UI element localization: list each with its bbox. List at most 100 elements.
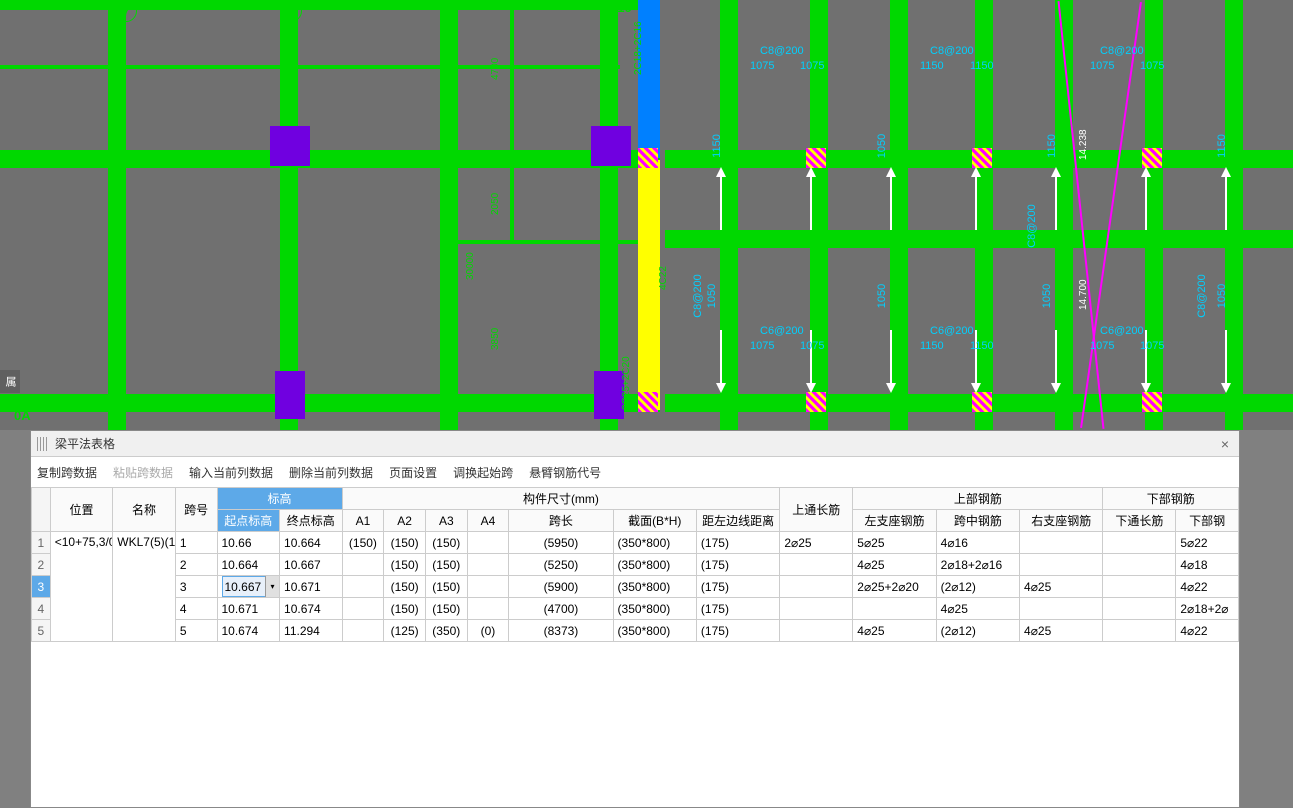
a1-cell[interactable]: [342, 620, 384, 642]
start-elev-cell[interactable]: 10.66: [217, 532, 280, 554]
copy-span-button[interactable]: 复制跨数据: [37, 464, 97, 481]
a1-cell[interactable]: [342, 576, 384, 598]
swap-start-button[interactable]: 调换起始跨: [453, 464, 513, 481]
row-number[interactable]: 3: [32, 576, 51, 598]
section-cell[interactable]: (350*800): [613, 576, 696, 598]
beam[interactable]: [0, 0, 630, 10]
beam[interactable]: [720, 0, 738, 430]
col-a4[interactable]: A4: [467, 510, 509, 532]
left-support-cell[interactable]: 4⌀25: [853, 620, 936, 642]
bot-steel-cell[interactable]: 4⌀22: [1176, 576, 1239, 598]
section-cell[interactable]: (350*800): [613, 598, 696, 620]
left-support-cell[interactable]: 5⌀25: [853, 532, 936, 554]
grip-icon[interactable]: [37, 437, 47, 451]
top-through-cell[interactable]: [780, 576, 853, 598]
section-cell[interactable]: (350*800): [613, 620, 696, 642]
mid-cell[interactable]: 4⌀25: [936, 598, 1019, 620]
end-elev-cell[interactable]: 10.674: [280, 598, 343, 620]
a2-cell[interactable]: (150): [384, 532, 426, 554]
top-through-cell[interactable]: [780, 598, 853, 620]
a1-cell[interactable]: (150): [342, 532, 384, 554]
a2-cell[interactable]: (150): [384, 554, 426, 576]
column[interactable]: [594, 371, 624, 419]
column[interactable]: [270, 126, 310, 166]
a2-cell[interactable]: (150): [384, 576, 426, 598]
section-cell[interactable]: (350*800): [613, 554, 696, 576]
a1-cell[interactable]: [342, 598, 384, 620]
a3-cell[interactable]: (150): [425, 598, 467, 620]
col-a1[interactable]: A1: [342, 510, 384, 532]
beam[interactable]: [1225, 0, 1243, 430]
cantilever-button[interactable]: 悬臂钢筋代号: [529, 464, 601, 481]
bot-steel-cell[interactable]: 4⌀22: [1176, 620, 1239, 642]
beam[interactable]: [0, 65, 620, 69]
right-support-cell[interactable]: [1020, 598, 1103, 620]
span-cell[interactable]: 2: [175, 554, 217, 576]
input-col-button[interactable]: 输入当前列数据: [189, 464, 273, 481]
mid-cell[interactable]: (2⌀12): [936, 576, 1019, 598]
right-support-cell[interactable]: [1020, 532, 1103, 554]
bot-through-cell[interactable]: [1103, 598, 1176, 620]
table-grid[interactable]: 位置 名称 跨号 标高 构件尺寸(mm) 上通长筋 上部钢筋 下部钢筋 起点标高…: [31, 487, 1239, 807]
cad-viewport[interactable]: 7 8 910 11 B B A 0A 2/0/A C8@200 C8@200 …: [0, 0, 1293, 430]
a4-cell[interactable]: [467, 576, 509, 598]
a4-cell[interactable]: [467, 554, 509, 576]
left-support-cell[interactable]: 4⌀25: [853, 554, 936, 576]
beam[interactable]: [0, 394, 660, 412]
beam[interactable]: [440, 0, 458, 430]
right-support-cell[interactable]: 4⌀25: [1020, 576, 1103, 598]
end-elev-cell[interactable]: 11.294: [280, 620, 343, 642]
a1-cell[interactable]: [342, 554, 384, 576]
mid-cell[interactable]: 4⌀16: [936, 532, 1019, 554]
col-mid[interactable]: 跨中钢筋: [936, 510, 1019, 532]
col-elevation[interactable]: 标高: [217, 488, 342, 510]
top-through-cell[interactable]: [780, 620, 853, 642]
table-row[interactable]: 1<10+75,3/0A+50;10+75,D+200>WKL7(5)(10-1…: [32, 532, 1239, 554]
span-len-cell[interactable]: (4700): [509, 598, 613, 620]
end-elev-cell[interactable]: 10.671: [280, 576, 343, 598]
bot-steel-cell[interactable]: 5⌀22: [1176, 532, 1239, 554]
col-a2[interactable]: A2: [384, 510, 426, 532]
col-section[interactable]: 截面(B*H): [613, 510, 696, 532]
table-row[interactable]: 4410.67110.674(150)(150)(4700)(350*800)(…: [32, 598, 1239, 620]
paste-span-button[interactable]: 粘贴跨数据: [113, 464, 173, 481]
top-through-cell[interactable]: 2⌀25: [780, 532, 853, 554]
row-number[interactable]: 4: [32, 598, 51, 620]
edge-cell[interactable]: (175): [696, 598, 779, 620]
beam[interactable]: [890, 0, 908, 430]
column[interactable]: [275, 371, 305, 419]
col-bot-rebar[interactable]: 下部钢筋: [1103, 488, 1239, 510]
close-icon[interactable]: ×: [1217, 436, 1233, 452]
bot-steel-cell[interactable]: 4⌀18: [1176, 554, 1239, 576]
right-support-cell[interactable]: 4⌀25: [1020, 620, 1103, 642]
a4-cell[interactable]: [467, 598, 509, 620]
edge-cell[interactable]: (175): [696, 620, 779, 642]
start-elev-cell[interactable]: 10.664: [217, 554, 280, 576]
name-cell[interactable]: WKL7(5)(10-15交3/0A--1/0A轴): [113, 532, 176, 642]
sidebar-tab[interactable]: 属: [0, 370, 20, 393]
col-position[interactable]: 位置: [50, 488, 113, 532]
a2-cell[interactable]: (150): [384, 598, 426, 620]
beam[interactable]: [108, 0, 126, 430]
col-top-through[interactable]: 上通长筋: [780, 488, 853, 532]
page-setup-button[interactable]: 页面设置: [389, 464, 437, 481]
edge-cell[interactable]: (175): [696, 554, 779, 576]
start-elev-cell[interactable]: 10.674: [217, 620, 280, 642]
section-cell[interactable]: (350*800): [613, 532, 696, 554]
col-left-support[interactable]: 左支座钢筋: [853, 510, 936, 532]
col-start-elev[interactable]: 起点标高: [217, 510, 280, 532]
beam[interactable]: [600, 0, 618, 430]
joint[interactable]: [638, 392, 658, 412]
col-bot-steel[interactable]: 下部钢: [1176, 510, 1239, 532]
edge-cell[interactable]: (175): [696, 576, 779, 598]
table-row[interactable]: 5510.67411.294(125)(350)(0)(8373)(350*80…: [32, 620, 1239, 642]
span-cell[interactable]: 1: [175, 532, 217, 554]
span-len-cell[interactable]: (5900): [509, 576, 613, 598]
end-elev-cell[interactable]: 10.667: [280, 554, 343, 576]
a3-cell[interactable]: (150): [425, 532, 467, 554]
delete-col-button[interactable]: 删除当前列数据: [289, 464, 373, 481]
span-cell[interactable]: 3: [175, 576, 217, 598]
start-elev-cell[interactable]: 10.671: [217, 598, 280, 620]
row-number[interactable]: 5: [32, 620, 51, 642]
beam[interactable]: [280, 0, 298, 430]
